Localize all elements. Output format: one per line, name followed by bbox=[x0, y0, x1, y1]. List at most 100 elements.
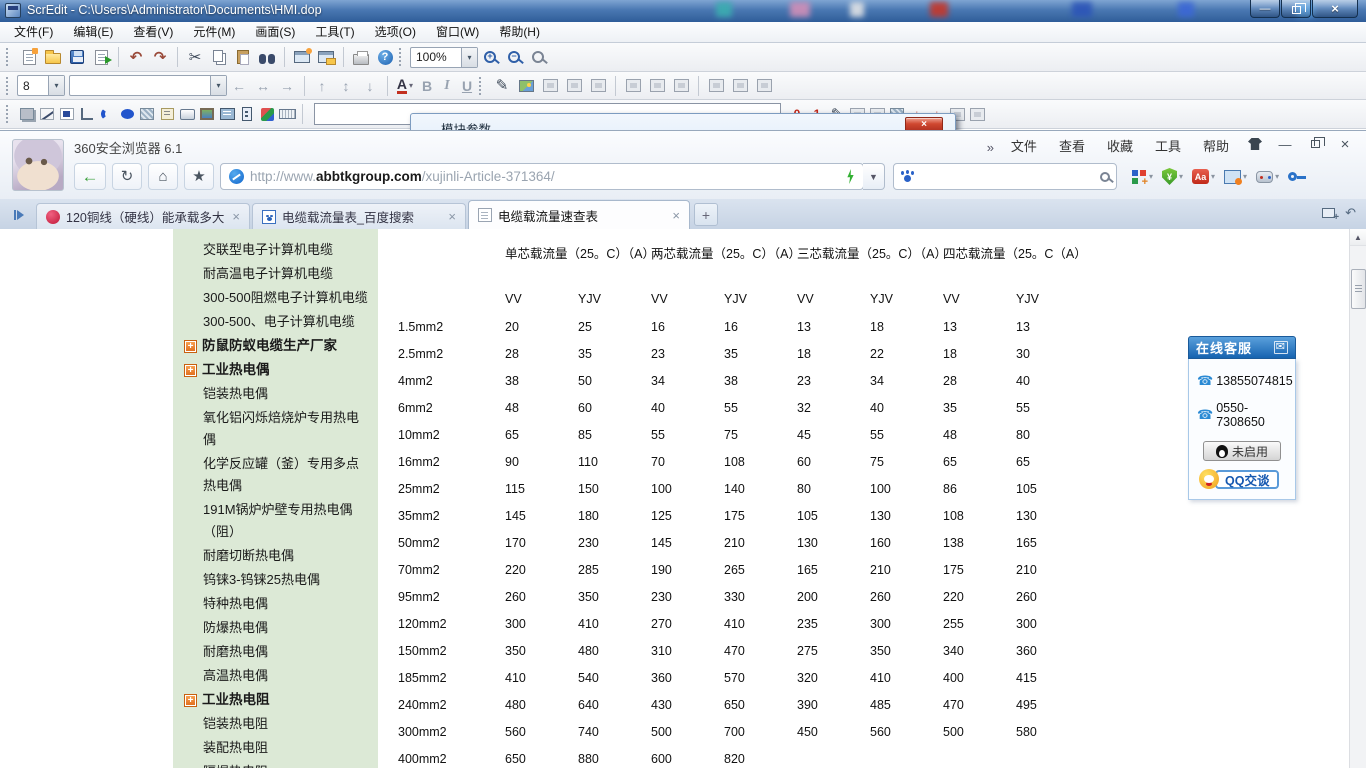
chevron-down-icon[interactable]: ▾ bbox=[1211, 172, 1215, 181]
sidebar-item[interactable]: 氧化铝闪烁焙烧炉专用热电偶 bbox=[173, 407, 378, 451]
new-screen-button[interactable] bbox=[290, 45, 314, 69]
sidebar-item[interactable]: 防爆热电偶 bbox=[173, 617, 378, 639]
new-file-button[interactable] bbox=[17, 45, 41, 69]
sidebar-item[interactable]: 耐磨切断热电偶 bbox=[173, 545, 378, 567]
home-button[interactable]: ⌂ bbox=[148, 163, 178, 190]
zoom-tool-button[interactable] bbox=[526, 45, 550, 69]
undo-button[interactable]: ↶ bbox=[124, 45, 148, 69]
screlit-menu-item[interactable]: 查看(V) bbox=[123, 22, 183, 42]
redo-button[interactable]: ↷ bbox=[148, 45, 172, 69]
sidebar-item[interactable]: +工业热电偶 bbox=[173, 359, 378, 381]
same-width-button[interactable] bbox=[704, 74, 728, 98]
browser-menu-item[interactable]: 收藏 bbox=[1098, 137, 1142, 157]
screlit-menu-item[interactable]: 窗口(W) bbox=[426, 22, 489, 42]
address-bar[interactable]: http://www.abbtkgroup.com/xujinli-Articl… bbox=[220, 163, 864, 190]
search-input[interactable] bbox=[919, 169, 1095, 184]
screlit-restore-button[interactable] bbox=[1281, 0, 1311, 18]
toolbar-grip[interactable] bbox=[399, 48, 405, 66]
toolbar-grip[interactable] bbox=[6, 77, 12, 95]
toolbar-grip[interactable] bbox=[6, 105, 12, 123]
sidebar-item[interactable]: 191M锅炉炉壁专用热电偶（阻） bbox=[173, 499, 378, 543]
envelope-icon[interactable]: ✉ bbox=[1274, 341, 1288, 354]
back-button[interactable]: ← bbox=[74, 163, 106, 190]
sidebar-item[interactable]: +防鼠防蚁电缆生产厂家 bbox=[173, 335, 378, 357]
zoom-level-combo[interactable]: 100%▾ bbox=[410, 47, 478, 68]
browser-tab[interactable]: 电缆载流量速查表× bbox=[468, 200, 690, 229]
select-tool-button[interactable] bbox=[17, 102, 37, 126]
dictionary-extension-button[interactable]: Aa▾ bbox=[1192, 169, 1215, 184]
cut-button[interactable]: ✂ bbox=[183, 45, 207, 69]
align-obj-left-button[interactable] bbox=[621, 74, 645, 98]
ellipse-tool-button[interactable] bbox=[117, 102, 137, 126]
skin-button[interactable] bbox=[1240, 134, 1270, 154]
font-color-button[interactable]: A▾ bbox=[393, 74, 417, 98]
tab-list-button[interactable] bbox=[8, 205, 30, 225]
browser-menu-item[interactable]: 查看 bbox=[1050, 137, 1094, 157]
sidebar-item[interactable]: 铠装热电阻 bbox=[173, 713, 378, 735]
screlit-menu-item[interactable]: 帮助(H) bbox=[489, 22, 550, 42]
browser-restore-button[interactable] bbox=[1300, 134, 1330, 154]
screlit-menu-item[interactable]: 元件(M) bbox=[183, 22, 245, 42]
print-button[interactable] bbox=[349, 45, 373, 69]
cs-panel-header[interactable]: 在线客服 ✉ bbox=[1188, 336, 1296, 359]
same-size-button[interactable] bbox=[752, 74, 776, 98]
underline-button[interactable]: U bbox=[457, 74, 477, 98]
chevron-down-icon[interactable]: ▾ bbox=[48, 76, 64, 95]
help-button[interactable]: ? bbox=[373, 45, 397, 69]
tab-close-icon[interactable]: × bbox=[672, 208, 680, 223]
qq-chat-button[interactable]: QQ交谈 bbox=[1215, 470, 1279, 489]
screlit-menu-item[interactable]: 选项(O) bbox=[365, 22, 426, 42]
zoom-out-button[interactable]: − bbox=[502, 45, 526, 69]
same-height-button[interactable] bbox=[728, 74, 752, 98]
browser-minimize-button[interactable]: — bbox=[1270, 134, 1300, 154]
vertical-scrollbar[interactable]: ▲ bbox=[1349, 229, 1366, 768]
tag-tool-button[interactable] bbox=[157, 102, 177, 126]
toolbar-grip[interactable] bbox=[6, 48, 12, 66]
sidebar-item[interactable]: 特种热电偶 bbox=[173, 593, 378, 615]
browser-menu-item[interactable]: 工具 bbox=[1146, 137, 1190, 157]
find-button[interactable] bbox=[255, 45, 279, 69]
picture-tool-button[interactable] bbox=[197, 102, 217, 126]
browser-menu-item[interactable]: 文件 bbox=[1002, 137, 1046, 157]
screlit-menu-item[interactable]: 工具(T) bbox=[305, 22, 364, 42]
qq-offline-button[interactable]: 未启用 bbox=[1203, 441, 1281, 461]
security-extension-button[interactable]: ¥▾ bbox=[1162, 168, 1183, 185]
user-avatar[interactable] bbox=[12, 139, 64, 191]
sidebar-item[interactable]: 300-500、电子计算机电缆 bbox=[173, 311, 378, 333]
open-file-button[interactable] bbox=[41, 45, 65, 69]
speed-bolt-icon[interactable] bbox=[846, 169, 855, 184]
search-box[interactable] bbox=[893, 163, 1117, 190]
draw-line-button[interactable]: ✎ bbox=[490, 74, 514, 98]
sidebar-item[interactable]: 钨铼3-钨铼25热电偶 bbox=[173, 569, 378, 591]
favorites-button[interactable]: ★ bbox=[184, 163, 214, 190]
sidebar-item[interactable]: 装配热电阻 bbox=[173, 737, 378, 759]
screenshot-extension-button[interactable]: ▾ bbox=[1224, 170, 1247, 184]
screlit-menu-item[interactable]: 画面(S) bbox=[245, 22, 305, 42]
url-text[interactable]: http://www.abbtkgroup.com/xujinli-Articl… bbox=[250, 169, 840, 184]
sidebar-item[interactable]: 隔爆热电阻 bbox=[173, 761, 378, 768]
chevron-down-icon[interactable]: ▾ bbox=[461, 48, 477, 67]
export-button[interactable] bbox=[89, 45, 113, 69]
tab-close-icon[interactable]: × bbox=[448, 209, 456, 224]
sidebar-item[interactable]: +工业热电阻 bbox=[173, 689, 378, 711]
paste-button[interactable] bbox=[231, 45, 255, 69]
chevron-down-icon[interactable]: ▾ bbox=[1149, 172, 1153, 181]
menu-overflow-icon[interactable]: » bbox=[983, 140, 998, 155]
chevron-down-icon[interactable]: ▾ bbox=[210, 76, 226, 95]
window-button-2[interactable] bbox=[967, 102, 987, 126]
screlit-menu-item[interactable]: 文件(F) bbox=[4, 22, 63, 42]
sidebar-item[interactable]: 300-500阻燃电子计算机电缆 bbox=[173, 287, 378, 309]
align-center-button[interactable]: ↔ bbox=[251, 74, 275, 98]
align-right-button[interactable]: → bbox=[275, 74, 299, 98]
sidebar-item[interactable]: 化学反应罐（釜）专用多点热电偶 bbox=[173, 453, 378, 497]
refresh-button[interactable]: ↻ bbox=[112, 163, 142, 190]
color-tool-button[interactable] bbox=[257, 102, 277, 126]
games-extension-button[interactable]: ▾ bbox=[1256, 171, 1279, 183]
align-obj-center-button[interactable] bbox=[645, 74, 669, 98]
align-left-button[interactable]: ← bbox=[227, 74, 251, 98]
size-to-fit-button[interactable] bbox=[538, 74, 562, 98]
align-bottom-button[interactable]: ↓ bbox=[358, 74, 382, 98]
address-dropdown-button[interactable]: ▼ bbox=[863, 163, 885, 190]
tab-close-icon[interactable]: × bbox=[232, 209, 240, 224]
sidebar-item[interactable]: 耐高温电子计算机电缆 bbox=[173, 263, 378, 285]
